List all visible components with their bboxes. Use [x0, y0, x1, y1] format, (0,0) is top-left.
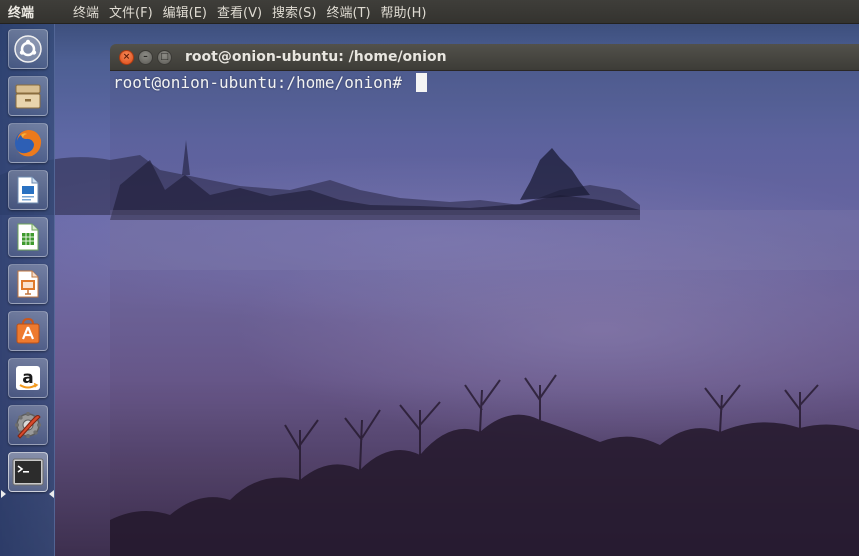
libreoffice-impress-icon: [17, 270, 39, 298]
launcher-item-software-center[interactable]: [8, 311, 48, 351]
launcher-item-writer[interactable]: [8, 170, 48, 210]
launcher-item-system-settings[interactable]: [8, 405, 48, 445]
ubuntu-software-center-icon: [16, 317, 40, 344]
window-close-button[interactable]: ×: [119, 49, 134, 65]
menu-edit[interactable]: 编辑(E): [158, 2, 212, 21]
active-app-name: 终端: [8, 6, 35, 21]
dash-home-icon: [14, 35, 42, 63]
menu-view[interactable]: 查看(V): [212, 2, 267, 21]
launcher-item-files[interactable]: [8, 76, 48, 116]
terminal-window[interactable]: × – □ root@onion-ubuntu: /home/onion roo…: [110, 44, 859, 556]
window-maximize-button[interactable]: □: [157, 49, 172, 65]
terminal-output[interactable]: root@onion-ubuntu:/home/onion#: [110, 70, 859, 556]
files-icon: [15, 84, 41, 109]
launcher: a: [0, 24, 55, 556]
launcher-item-dash[interactable]: [8, 29, 48, 69]
menu-bar: 终端 文件(F) 编辑(E) 查看(V) 搜索(S) 终端(T) 帮助(H): [66, 2, 431, 21]
menu-file[interactable]: 文件(F): [104, 2, 158, 21]
launcher-item-terminal[interactable]: [8, 452, 48, 492]
window-title: root@onion-ubuntu: /home/onion: [185, 49, 447, 65]
amazon-icon: a: [16, 366, 40, 390]
launcher-item-calc[interactable]: [8, 217, 48, 257]
firefox-icon: [15, 130, 42, 157]
menu-terminal[interactable]: 终端(T): [321, 2, 375, 21]
menu-search[interactable]: 搜索(S): [267, 2, 321, 21]
terminal-prompt-line: root@onion-ubuntu:/home/onion#: [113, 73, 427, 92]
shell-prompt: root@onion-ubuntu:/home/onion#: [113, 73, 412, 92]
terminal-icon: [12, 458, 44, 486]
libreoffice-writer-icon: [17, 176, 39, 204]
launcher-item-impress[interactable]: [8, 264, 48, 304]
libreoffice-calc-icon: [17, 223, 39, 251]
launcher-item-amazon[interactable]: a: [8, 358, 48, 398]
text-cursor: [415, 73, 427, 92]
window-titlebar[interactable]: × – □ root@onion-ubuntu: /home/onion: [110, 44, 859, 70]
launcher-focus-indicator: [49, 490, 54, 498]
menu-terminal-app[interactable]: 终端: [66, 2, 104, 21]
menu-help[interactable]: 帮助(H): [376, 2, 432, 21]
top-panel: 终端 终端 文件(F) 编辑(E) 查看(V) 搜索(S) 终端(T) 帮助(H…: [0, 0, 859, 24]
svg-text:a: a: [22, 368, 33, 388]
window-minimize-button[interactable]: –: [138, 49, 153, 65]
launcher-running-indicator: [1, 490, 6, 498]
system-settings-icon: [15, 412, 41, 439]
launcher-item-firefox[interactable]: [8, 123, 48, 163]
